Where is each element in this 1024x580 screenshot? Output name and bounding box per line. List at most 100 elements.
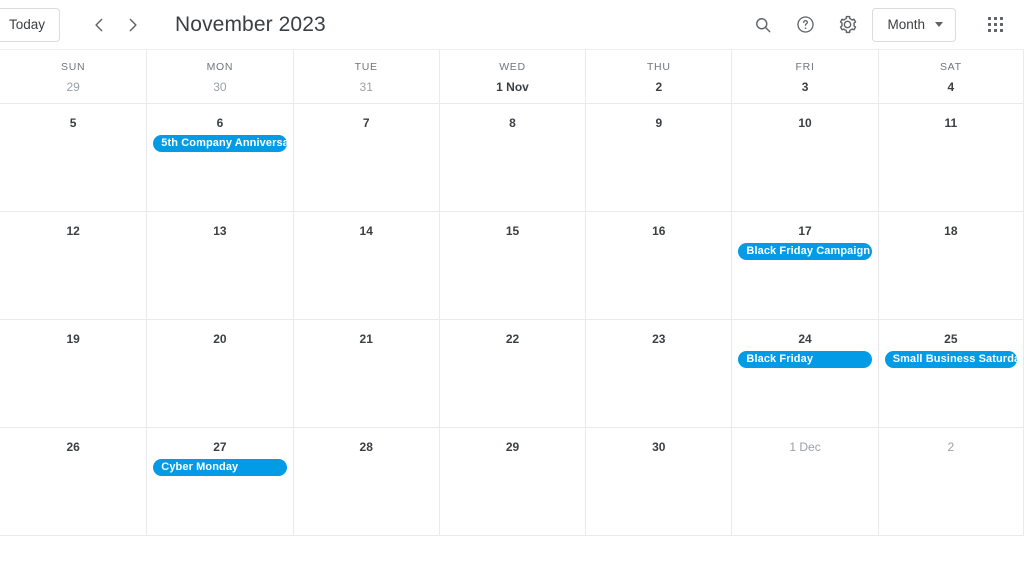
settings-button[interactable]	[830, 8, 864, 42]
event-list: Black Friday Campaign Kickoff	[732, 243, 877, 260]
event-chip[interactable]: Black Friday	[738, 351, 872, 368]
date-number[interactable]: 25	[879, 331, 1023, 347]
day-cell[interactable]: 9	[585, 104, 731, 211]
date-number[interactable]: 1 Dec	[732, 439, 877, 455]
day-cell[interactable]: 23	[585, 320, 731, 427]
day-cell[interactable]: 16	[585, 212, 731, 319]
day-of-week-label: SAT	[939, 61, 962, 73]
day-cell[interactable]: 17 Black Friday Campaign Kickoff	[731, 212, 877, 319]
date-number[interactable]: 20	[147, 331, 292, 347]
day-cell[interactable]: 18	[877, 212, 1024, 319]
date-number[interactable]: 12	[0, 223, 146, 239]
date-number[interactable]: 29	[0, 79, 146, 95]
day-cell[interactable]: 27 Cyber Monday	[146, 428, 292, 535]
date-number[interactable]: 7	[294, 115, 439, 131]
date-number[interactable]: 6	[147, 115, 292, 131]
day-cell[interactable]: SUN 29	[0, 50, 146, 103]
date-number[interactable]: 3	[732, 79, 877, 95]
day-cell[interactable]: 30	[585, 428, 731, 535]
event-chip[interactable]: Small Business Saturday	[884, 351, 1017, 368]
date-number[interactable]: 10	[732, 115, 877, 131]
gear-icon	[839, 15, 857, 34]
event-chip[interactable]: 5th Company Anniversary	[153, 135, 287, 152]
date-number[interactable]: 5	[0, 115, 146, 131]
event-chip[interactable]: Black Friday Campaign Kickoff	[738, 243, 872, 260]
day-cell[interactable]: THU 2	[585, 50, 731, 103]
apps-grid-icon	[987, 17, 1003, 32]
date-number[interactable]: 15	[440, 223, 585, 239]
date-number[interactable]: 4	[879, 79, 1023, 95]
date-number[interactable]: 9	[586, 115, 731, 131]
day-cell[interactable]: 8	[438, 104, 585, 211]
calendar-week-row: 26 27 Cyber Monday 28 29 30 1 Dec 2	[0, 428, 1024, 536]
page-title: November 2023	[175, 12, 326, 36]
date-number[interactable]: 29	[440, 439, 585, 455]
previous-period-button[interactable]	[83, 9, 115, 41]
date-number[interactable]: 18	[879, 223, 1023, 239]
calendar-month-grid: SUN 29 MON 30 TUE 31 WED 1 Nov THU 2 FRI 3 SAT 4 5 6 5th…	[0, 50, 1024, 580]
day-cell[interactable]: 10	[731, 104, 877, 211]
date-number[interactable]: 2	[879, 439, 1023, 455]
day-cell[interactable]: 12	[0, 212, 146, 319]
day-cell[interactable]: 29	[438, 428, 585, 535]
date-number[interactable]: 19	[0, 331, 146, 347]
date-number[interactable]: 13	[147, 223, 292, 239]
date-number[interactable]: 22	[440, 331, 585, 347]
apps-launcher-button[interactable]	[978, 8, 1012, 42]
date-number[interactable]: 28	[294, 439, 439, 455]
date-number[interactable]: 16	[586, 223, 731, 239]
date-number[interactable]: 27	[147, 439, 292, 455]
help-button[interactable]	[788, 8, 822, 42]
day-cell[interactable]: 6 5th Company Anniversary	[146, 104, 292, 211]
date-number[interactable]: 21	[294, 331, 439, 347]
date-number[interactable]: 2	[586, 79, 731, 95]
day-cell[interactable]: 26	[0, 428, 146, 535]
day-cell[interactable]: 13	[146, 212, 292, 319]
day-cell[interactable]: 21	[292, 320, 439, 427]
event-list: Cyber Monday	[147, 459, 292, 476]
date-number[interactable]: 30	[586, 439, 731, 455]
day-cell[interactable]: MON 30	[146, 50, 292, 103]
date-number[interactable]: 26	[0, 439, 146, 455]
day-cell[interactable]: 2	[877, 428, 1024, 535]
calendar-header-row: SUN 29 MON 30 TUE 31 WED 1 Nov THU 2 FRI 3 SAT 4	[0, 50, 1024, 104]
day-cell[interactable]: 7	[292, 104, 439, 211]
date-number[interactable]: 30	[147, 79, 292, 95]
day-cell[interactable]: 19	[0, 320, 146, 427]
date-number[interactable]: 31	[294, 79, 439, 95]
date-number[interactable]: 1 Nov	[440, 79, 585, 95]
day-cell[interactable]: 25 Small Business Saturday	[877, 320, 1024, 427]
calendar-toolbar: Today November 2023 Month	[0, 0, 1024, 50]
date-number[interactable]: 14	[294, 223, 439, 239]
search-button[interactable]	[746, 8, 780, 42]
day-cell[interactable]: 15	[438, 212, 585, 319]
day-cell[interactable]: 24 Black Friday	[731, 320, 877, 427]
date-number[interactable]: 24	[732, 331, 877, 347]
day-cell[interactable]: 11	[877, 104, 1024, 211]
date-number[interactable]: 8	[440, 115, 585, 131]
date-number[interactable]: 23	[586, 331, 731, 347]
day-cell[interactable]: 28	[292, 428, 439, 535]
day-cell[interactable]: 5	[0, 104, 146, 211]
day-cell[interactable]: FRI 3	[731, 50, 877, 103]
day-of-week-label: TUE	[354, 61, 378, 73]
day-cell[interactable]: 20	[146, 320, 292, 427]
next-period-button[interactable]	[117, 9, 149, 41]
day-cell[interactable]: 1 Dec	[731, 428, 877, 535]
calendar-week-row: 5 6 5th Company Anniversary 7 8 9 10 11	[0, 104, 1024, 212]
chevron-right-icon	[129, 18, 137, 31]
calendar-week-row: 121314151617 Black Friday Campaign Kickof…	[0, 212, 1024, 320]
event-chip[interactable]: Cyber Monday	[153, 459, 287, 476]
day-cell[interactable]: 22	[438, 320, 585, 427]
day-cell[interactable]: SAT 4	[877, 50, 1024, 103]
view-mode-select[interactable]: Month	[872, 7, 956, 42]
day-cell[interactable]: 14	[292, 212, 439, 319]
today-button[interactable]: Today	[0, 7, 61, 42]
date-number[interactable]: 11	[879, 115, 1023, 131]
view-mode-label: Month	[887, 17, 925, 32]
day-of-week-label: THU	[646, 61, 671, 73]
day-cell[interactable]: WED 1 Nov	[438, 50, 585, 103]
date-number[interactable]: 17	[732, 223, 877, 239]
day-of-week-label: SUN	[61, 61, 86, 73]
day-cell[interactable]: TUE 31	[292, 50, 439, 103]
